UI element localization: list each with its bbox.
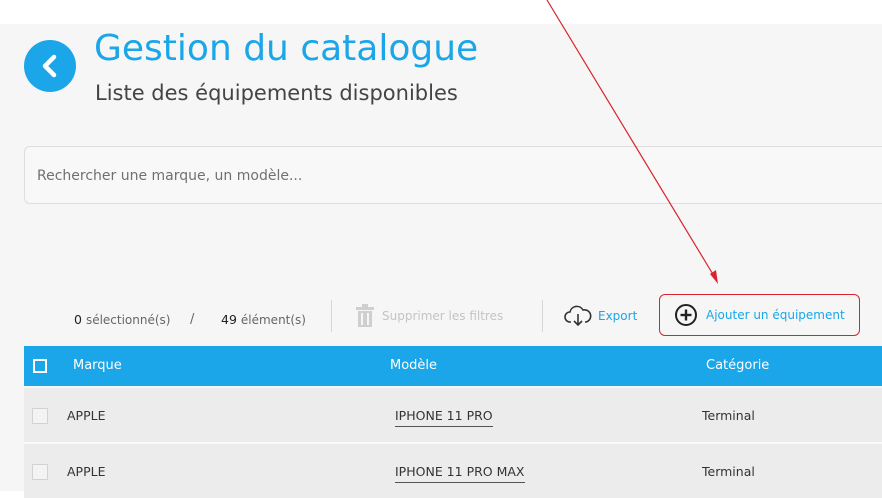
- toolbar-divider: [331, 300, 332, 332]
- column-header-model[interactable]: Modèle: [390, 358, 437, 373]
- export-button[interactable]: Export: [564, 300, 637, 332]
- page-title: Gestion du catalogue: [94, 28, 479, 69]
- selected-count-unit: sélectionné(s): [85, 313, 171, 327]
- selected-count-value: 0: [74, 312, 82, 327]
- count-separator: /: [190, 312, 195, 327]
- search-input[interactable]: [35, 147, 879, 205]
- search-box: [24, 146, 882, 205]
- row-checkbox[interactable]: [32, 408, 48, 424]
- toolbar-divider: [542, 300, 543, 332]
- add-equipment-label: Ajouter un équipement: [706, 308, 845, 322]
- chevron-left-icon: [42, 54, 57, 78]
- clear-filters-label: Supprimer les filtres: [382, 309, 504, 323]
- column-header-brand[interactable]: Marque: [73, 358, 122, 373]
- clear-filters-button[interactable]: Supprimer les filtres: [354, 300, 503, 332]
- column-header-category[interactable]: Catégorie: [706, 358, 769, 373]
- selected-count: 0 sélectionné(s): [74, 312, 170, 327]
- table-header: Marque Modèle Catégorie: [24, 346, 882, 386]
- table-row[interactable]: APPLE IPHONE 11 PRO Terminal: [24, 388, 882, 442]
- add-equipment-button[interactable]: Ajouter un équipement: [659, 294, 860, 336]
- table-row[interactable]: APPLE IPHONE 11 PRO MAX Terminal: [24, 444, 882, 498]
- cell-category: Terminal: [702, 408, 755, 423]
- export-label: Export: [598, 309, 638, 323]
- back-button[interactable]: [24, 40, 76, 92]
- cloud-download-icon: [564, 305, 592, 327]
- total-count-unit: élément(s): [240, 313, 306, 327]
- cell-brand: APPLE: [67, 408, 106, 423]
- cell-model-link[interactable]: IPHONE 11 PRO: [395, 408, 493, 427]
- trash-icon: [356, 304, 374, 327]
- select-all-checkbox[interactable]: [33, 359, 47, 373]
- total-count-value: 49: [221, 312, 237, 327]
- row-checkbox[interactable]: [32, 464, 48, 480]
- cell-brand: APPLE: [67, 464, 106, 479]
- page-subtitle: Liste des équipements disponibles: [95, 81, 458, 105]
- total-count: 49 élément(s): [221, 312, 306, 327]
- plus-circle-icon: [675, 304, 697, 326]
- cell-category: Terminal: [702, 464, 755, 479]
- cell-model-link[interactable]: IPHONE 11 PRO MAX: [395, 464, 525, 483]
